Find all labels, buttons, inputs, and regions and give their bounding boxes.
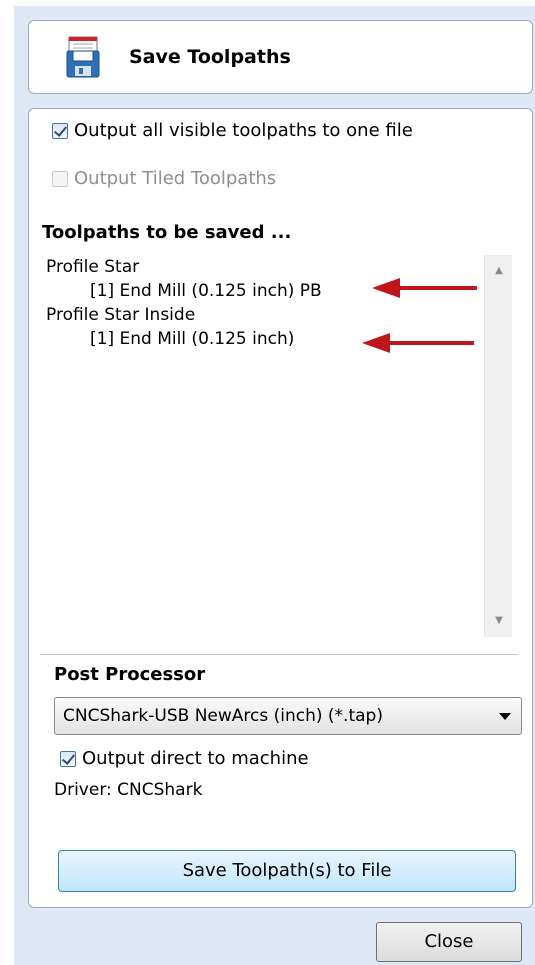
output-direct-option[interactable]: Output direct to machine	[60, 748, 309, 769]
output-direct-checkbox[interactable]	[60, 750, 76, 767]
scroll-down-icon[interactable]: ▼	[485, 609, 513, 633]
save-toolpaths-button[interactable]: Save Toolpath(s) to File	[58, 850, 516, 892]
toolpath-list[interactable]: Profile Star [1] End Mill (0.125 inch) P…	[40, 255, 512, 635]
divider	[40, 654, 518, 655]
post-processor-heading: Post Processor	[54, 664, 206, 685]
save-floppy-icon	[63, 35, 103, 79]
toolpaths-heading: Toolpaths to be saved ...	[42, 222, 292, 243]
scroll-up-icon[interactable]: ▲	[485, 259, 513, 283]
post-processor-select[interactable]: CNCShark-USB NewArcs (inch) (*.tap)	[54, 697, 522, 735]
list-scrollbar[interactable]: ▲ ▼	[484, 255, 512, 637]
close-button[interactable]: Close	[376, 922, 522, 962]
toolpath-name: Profile Star Inside	[46, 305, 196, 325]
driver-label: Driver: CNCShark	[54, 780, 203, 800]
output-tiled-checkbox[interactable]	[52, 170, 68, 187]
annotation-arrow-icon	[372, 278, 477, 298]
output-all-option[interactable]: Output all visible toolpaths to one file	[52, 120, 413, 141]
chevron-down-icon	[499, 713, 511, 720]
output-all-checkbox[interactable]	[52, 122, 68, 139]
output-direct-label: Output direct to machine	[82, 748, 309, 769]
output-tiled-option[interactable]: Output Tiled Toolpaths	[52, 168, 276, 189]
page-title: Save Toolpaths	[129, 46, 291, 68]
post-processor-value: CNCShark-USB NewArcs (inch) (*.tap)	[63, 706, 383, 726]
header-box: Save Toolpaths	[28, 20, 533, 94]
annotation-arrow-icon	[362, 333, 474, 353]
output-tiled-label: Output Tiled Toolpaths	[74, 168, 277, 189]
output-all-label: Output all visible toolpaths to one file	[74, 120, 413, 141]
